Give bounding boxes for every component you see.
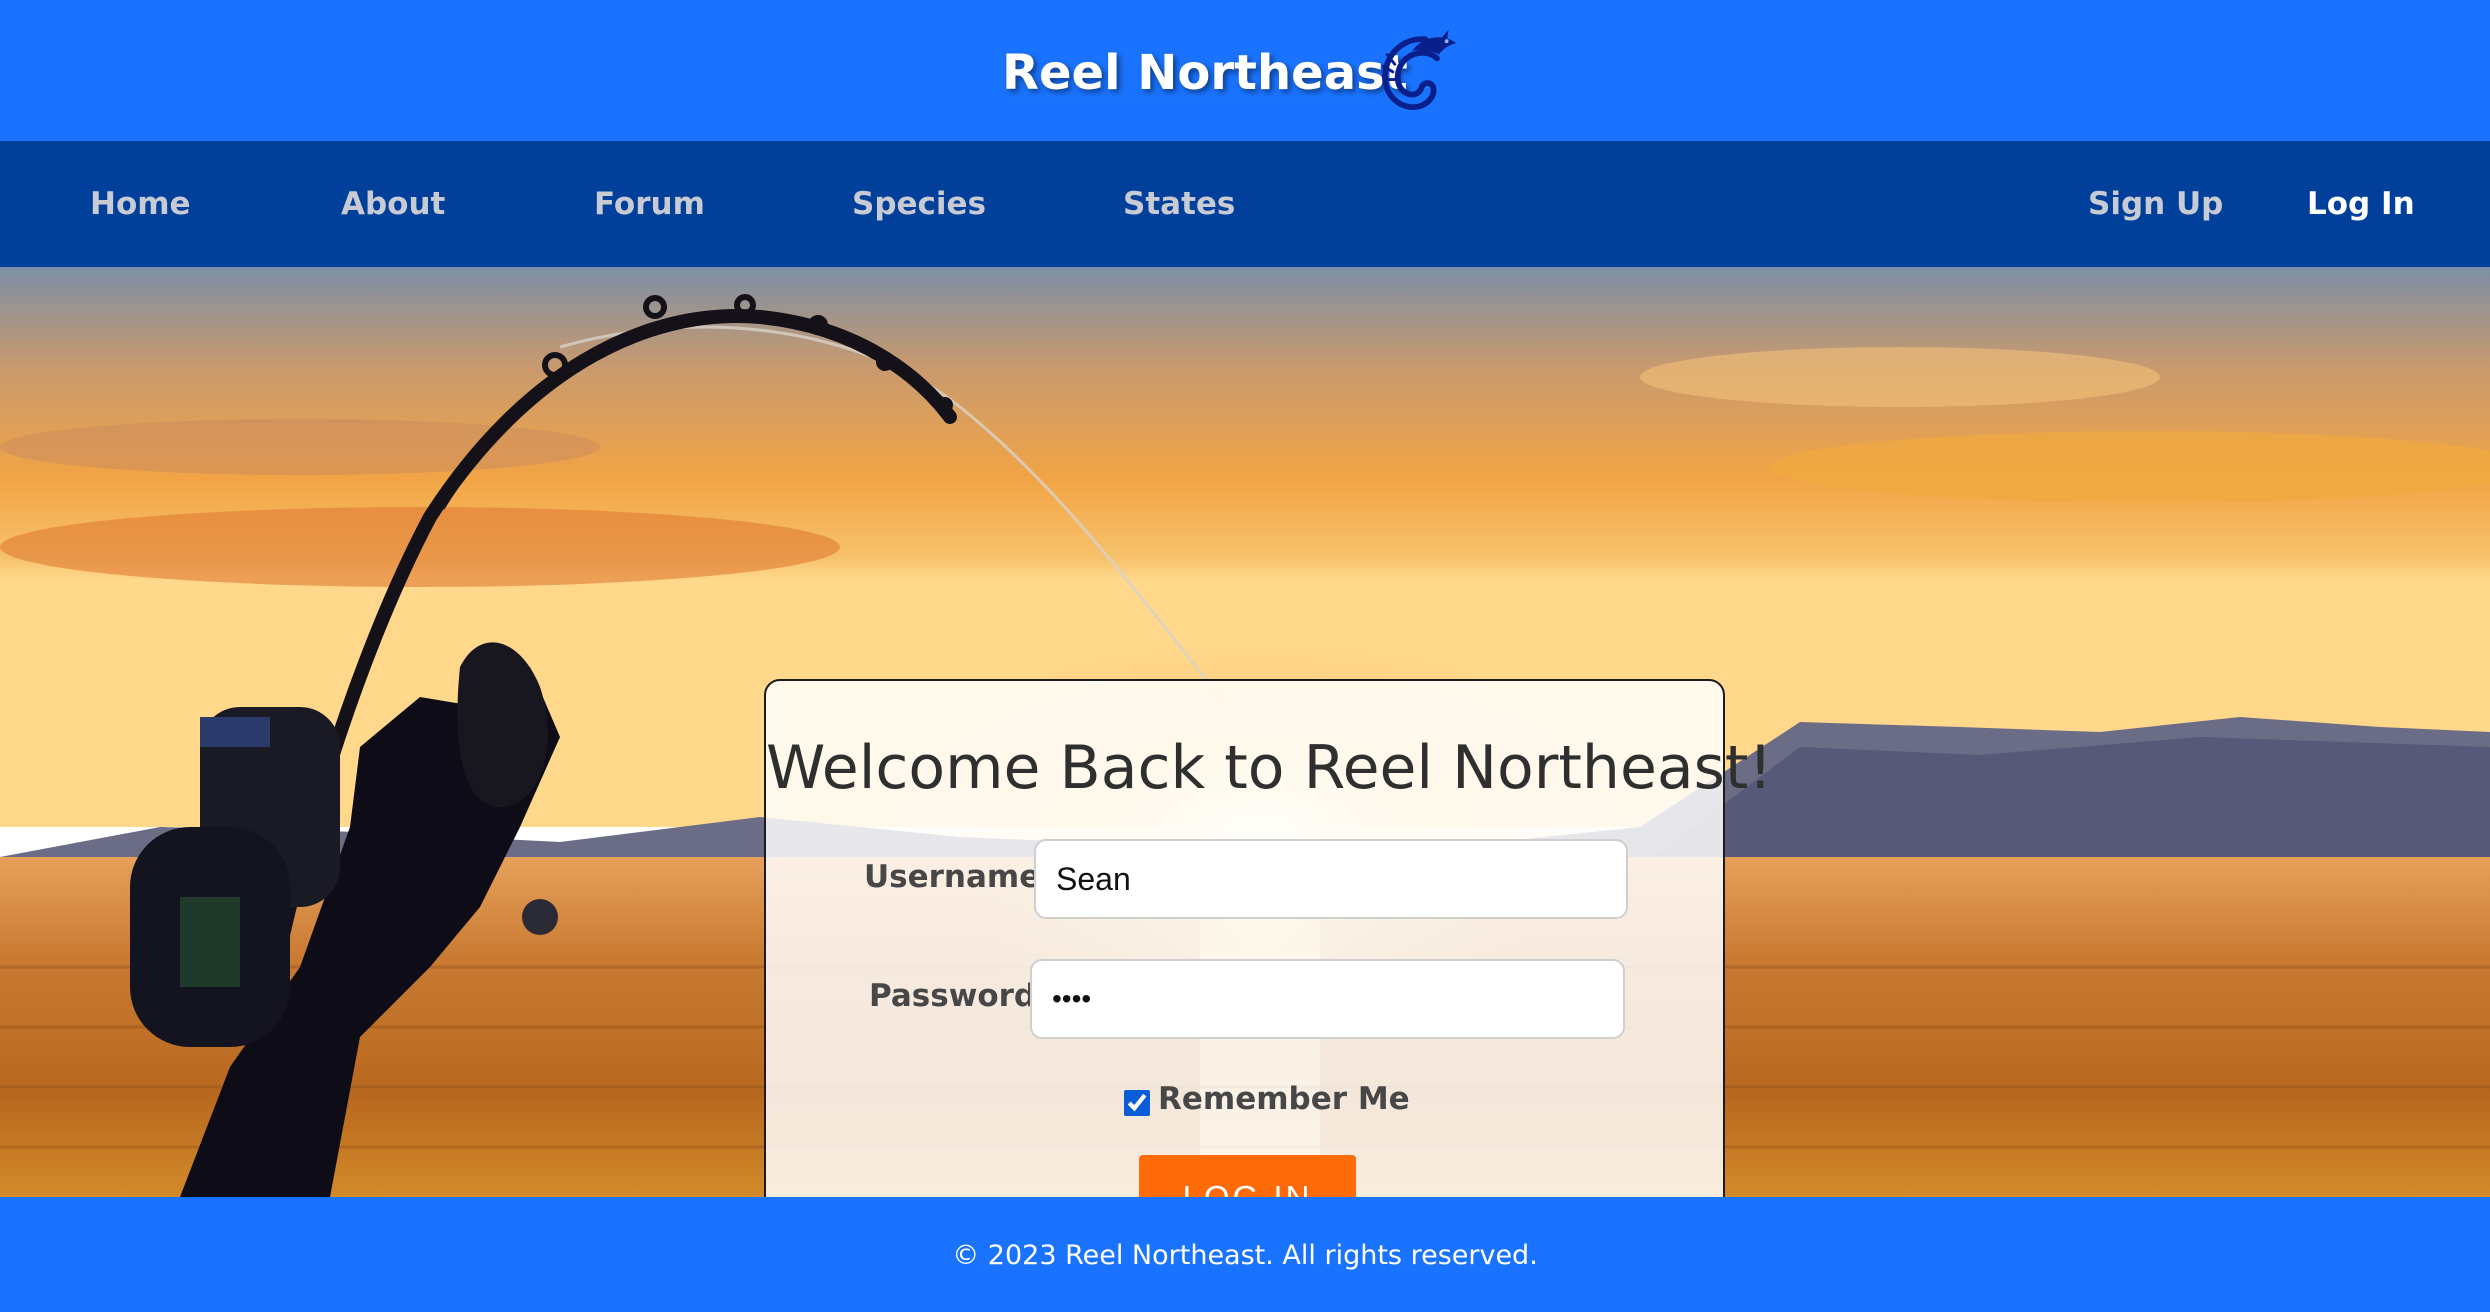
password-label: Password: xyxy=(869,978,1049,1014)
main-nav: Home About Forum Species States Sign Up … xyxy=(0,141,2490,267)
site-title[interactable]: Reel Northeast xyxy=(1002,40,1408,106)
log-in-button[interactable]: LOG IN xyxy=(1139,1155,1356,1197)
fish-hook-icon[interactable] xyxy=(1365,22,1463,118)
username-input[interactable] xyxy=(1034,839,1628,919)
welcome-heading: Welcome Back to Reel Northeast! xyxy=(766,733,1773,803)
nav-home[interactable]: Home xyxy=(90,141,191,267)
nav-sign-up[interactable]: Sign Up xyxy=(2088,141,2223,267)
site-footer: © 2023 Reel Northeast. All rights reserv… xyxy=(0,1197,2490,1312)
copyright-text: © 2023 Reel Northeast. All rights reserv… xyxy=(952,1240,1538,1271)
nav-about[interactable]: About xyxy=(341,141,445,267)
remember-me-checkbox[interactable] xyxy=(1124,1090,1150,1116)
login-card: Welcome Back to Reel Northeast! Username… xyxy=(764,679,1773,1197)
site-header: Reel Northeast xyxy=(0,0,2490,141)
nav-forum[interactable]: Forum xyxy=(594,141,705,267)
password-input[interactable] xyxy=(1030,959,1625,1039)
hero-banner: Welcome Back to Reel Northeast! Username… xyxy=(0,267,2490,1197)
username-label: Username: xyxy=(864,859,1053,895)
remember-me-label[interactable]: Remember Me xyxy=(1158,1081,1410,1117)
nav-states[interactable]: States xyxy=(1123,141,1235,267)
nav-log-in[interactable]: Log In xyxy=(2307,141,2415,267)
nav-species[interactable]: Species xyxy=(852,141,986,267)
